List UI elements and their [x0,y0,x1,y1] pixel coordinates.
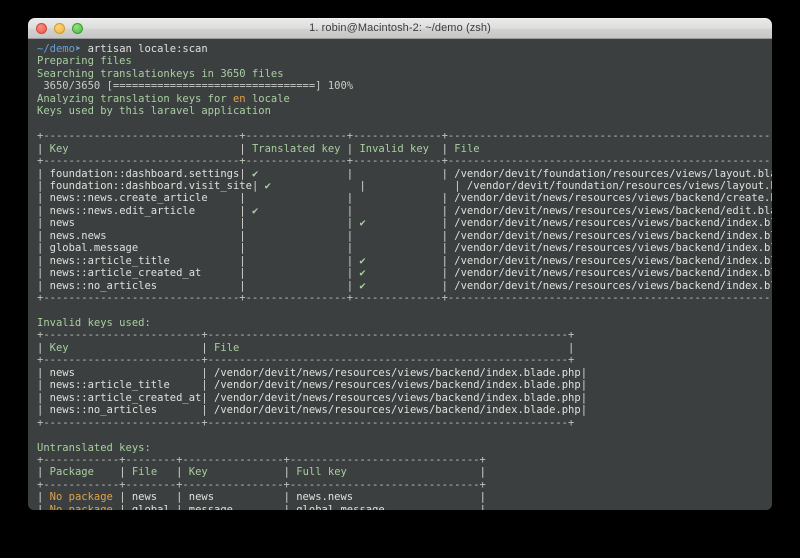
terminal-window: 1. robin@Macintosh-2: ~/demo (zsh) ~/dem… [28,18,772,510]
terminal-output: ~/demo➤ artisan locale:scan Preparing fi… [37,43,772,510]
zoom-button[interactable] [72,23,83,34]
window-title: 1. robin@Macintosh-2: ~/demo (zsh) [309,22,491,34]
terminal-body[interactable]: ~/demo➤ artisan locale:scan Preparing fi… [28,39,772,510]
window-titlebar[interactable]: 1. robin@Macintosh-2: ~/demo (zsh) [28,18,772,39]
window-controls [36,19,83,38]
close-button[interactable] [36,23,47,34]
minimize-button[interactable] [54,23,65,34]
